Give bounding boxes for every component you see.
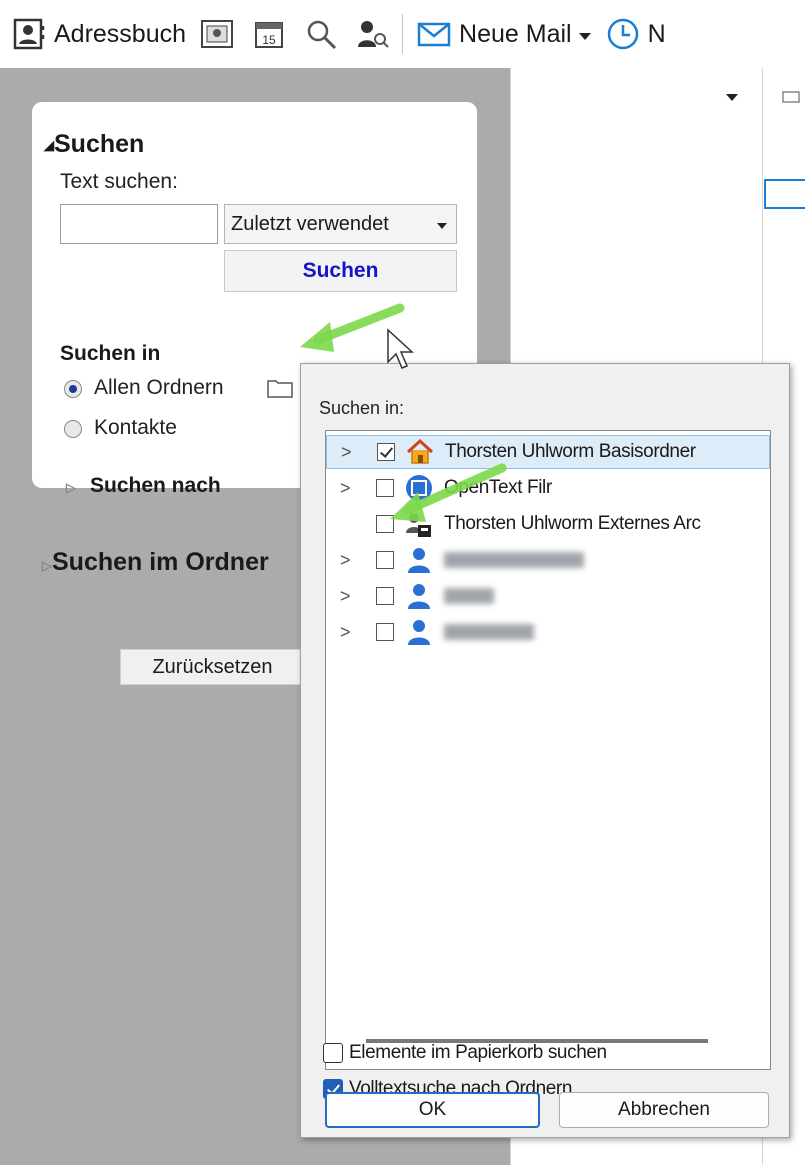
expand-chevron-icon[interactable]: >	[340, 478, 364, 499]
search-in-label: Suchen in	[60, 342, 161, 365]
svg-text:15: 15	[262, 33, 276, 47]
find-contact-icon[interactable]	[356, 17, 390, 51]
new-appointment-label: N	[647, 19, 666, 48]
tree-checkbox[interactable]	[376, 587, 394, 605]
redacted-name	[444, 588, 494, 604]
new-mail-label: Neue Mail	[459, 19, 572, 48]
tree-checkbox[interactable]	[377, 443, 395, 461]
option-trash-label: Elemente im Papierkorb suchen	[349, 1042, 607, 1063]
tree-item-label: Thorsten Uhlworm Basisordner	[445, 441, 696, 462]
pane-dropdown-icon[interactable]	[725, 90, 739, 108]
expand-chevron-icon[interactable]: >	[340, 622, 364, 643]
ok-button[interactable]: OK	[325, 1092, 540, 1128]
folder-tab-icon	[764, 91, 805, 209]
tree-item-label: OpenText Filr	[444, 477, 552, 498]
address-book-button[interactable]: Adressbuch	[12, 17, 186, 51]
radio-all-folders-label[interactable]: Allen Ordnern	[94, 376, 224, 400]
expand-chevron-icon[interactable]: >	[341, 442, 365, 463]
text-search-label: Text suchen:	[60, 170, 178, 193]
collapse-triangle-icon: ◢	[44, 137, 54, 153]
address-book-label: Adressbuch	[54, 19, 187, 48]
expand-chevron-icon[interactable]: >	[340, 550, 364, 571]
recent-searches-combo[interactable]: Zuletzt verwendet	[224, 204, 457, 244]
archive-icon	[404, 509, 434, 539]
tree-item-contact-3[interactable]: >	[326, 615, 770, 649]
dialog-label: Suchen in:	[319, 398, 405, 418]
chevron-down-icon	[436, 213, 448, 236]
search-in-folder-section[interactable]: ▷Suchen im Ordner	[42, 548, 269, 577]
new-mail-button[interactable]: Neue Mail	[417, 17, 572, 51]
redacted-name	[444, 552, 584, 568]
expand-chevron-icon[interactable]: >	[340, 586, 364, 607]
expand-triangle-icon: ▷	[42, 558, 52, 573]
card-view-icon[interactable]	[200, 17, 234, 51]
folder-select-icon[interactable]	[267, 378, 293, 398]
tree-item-filr[interactable]: > OpenText Filr	[326, 471, 770, 505]
calendar-icon[interactable]: 15	[252, 17, 286, 51]
search-button[interactable]: Suchen	[224, 250, 457, 292]
search-text-input[interactable]	[60, 204, 218, 244]
address-book-icon	[12, 17, 46, 51]
contact-icon	[404, 617, 434, 647]
tree-item-contact-2[interactable]: >	[326, 579, 770, 613]
radio-all-folders[interactable]	[64, 380, 82, 398]
tree-checkbox[interactable]	[376, 479, 394, 497]
mail-icon	[417, 17, 451, 51]
expand-triangle-icon: ▷	[66, 480, 76, 495]
trash-checkbox[interactable]	[323, 1043, 343, 1063]
toolbar-separator	[402, 14, 404, 54]
search-icon[interactable]	[304, 17, 338, 51]
contact-icon	[404, 581, 434, 611]
home-icon	[405, 437, 435, 467]
toolbar: Adressbuch 15 Neue Mail N	[0, 0, 805, 68]
tree-item-basisordner[interactable]: > Thorsten Uhlworm Basisordner	[326, 435, 770, 469]
contact-icon	[404, 545, 434, 575]
tree-item-contact-1[interactable]: >	[326, 543, 770, 577]
clock-icon	[606, 17, 640, 51]
reset-button[interactable]: Zurücksetzen	[120, 649, 305, 685]
tree-item-archive[interactable]: Thorsten Uhlworm Externes Arc	[326, 507, 770, 541]
radio-contacts[interactable]	[64, 420, 82, 438]
redacted-name	[444, 624, 534, 640]
cancel-button[interactable]: Abbrechen	[559, 1092, 769, 1128]
search-by-section[interactable]: ▷ Suchen nach	[66, 474, 221, 498]
radio-contacts-label[interactable]: Kontakte	[94, 416, 177, 440]
combo-value: Zuletzt verwendet	[231, 212, 389, 235]
tree-checkbox[interactable]	[376, 551, 394, 569]
tree-checkbox[interactable]	[376, 515, 394, 533]
new-mail-dropdown-icon[interactable]	[578, 20, 592, 49]
filr-icon	[404, 473, 434, 503]
folder-tree[interactable]: > Thorsten Uhlworm Basisordner > OpenTex…	[325, 430, 771, 1070]
new-appointment-button[interactable]: N	[606, 17, 666, 51]
tree-item-label: Thorsten Uhlworm Externes Arc	[444, 513, 701, 534]
option-trash[interactable]: Elemente im Papierkorb suchen	[323, 1042, 607, 1064]
search-in-dialog: Suchen in: > Thorsten Uhlworm Basisordne…	[300, 363, 790, 1138]
search-section-title[interactable]: ◢Suchen	[44, 130, 144, 159]
tree-checkbox[interactable]	[376, 623, 394, 641]
